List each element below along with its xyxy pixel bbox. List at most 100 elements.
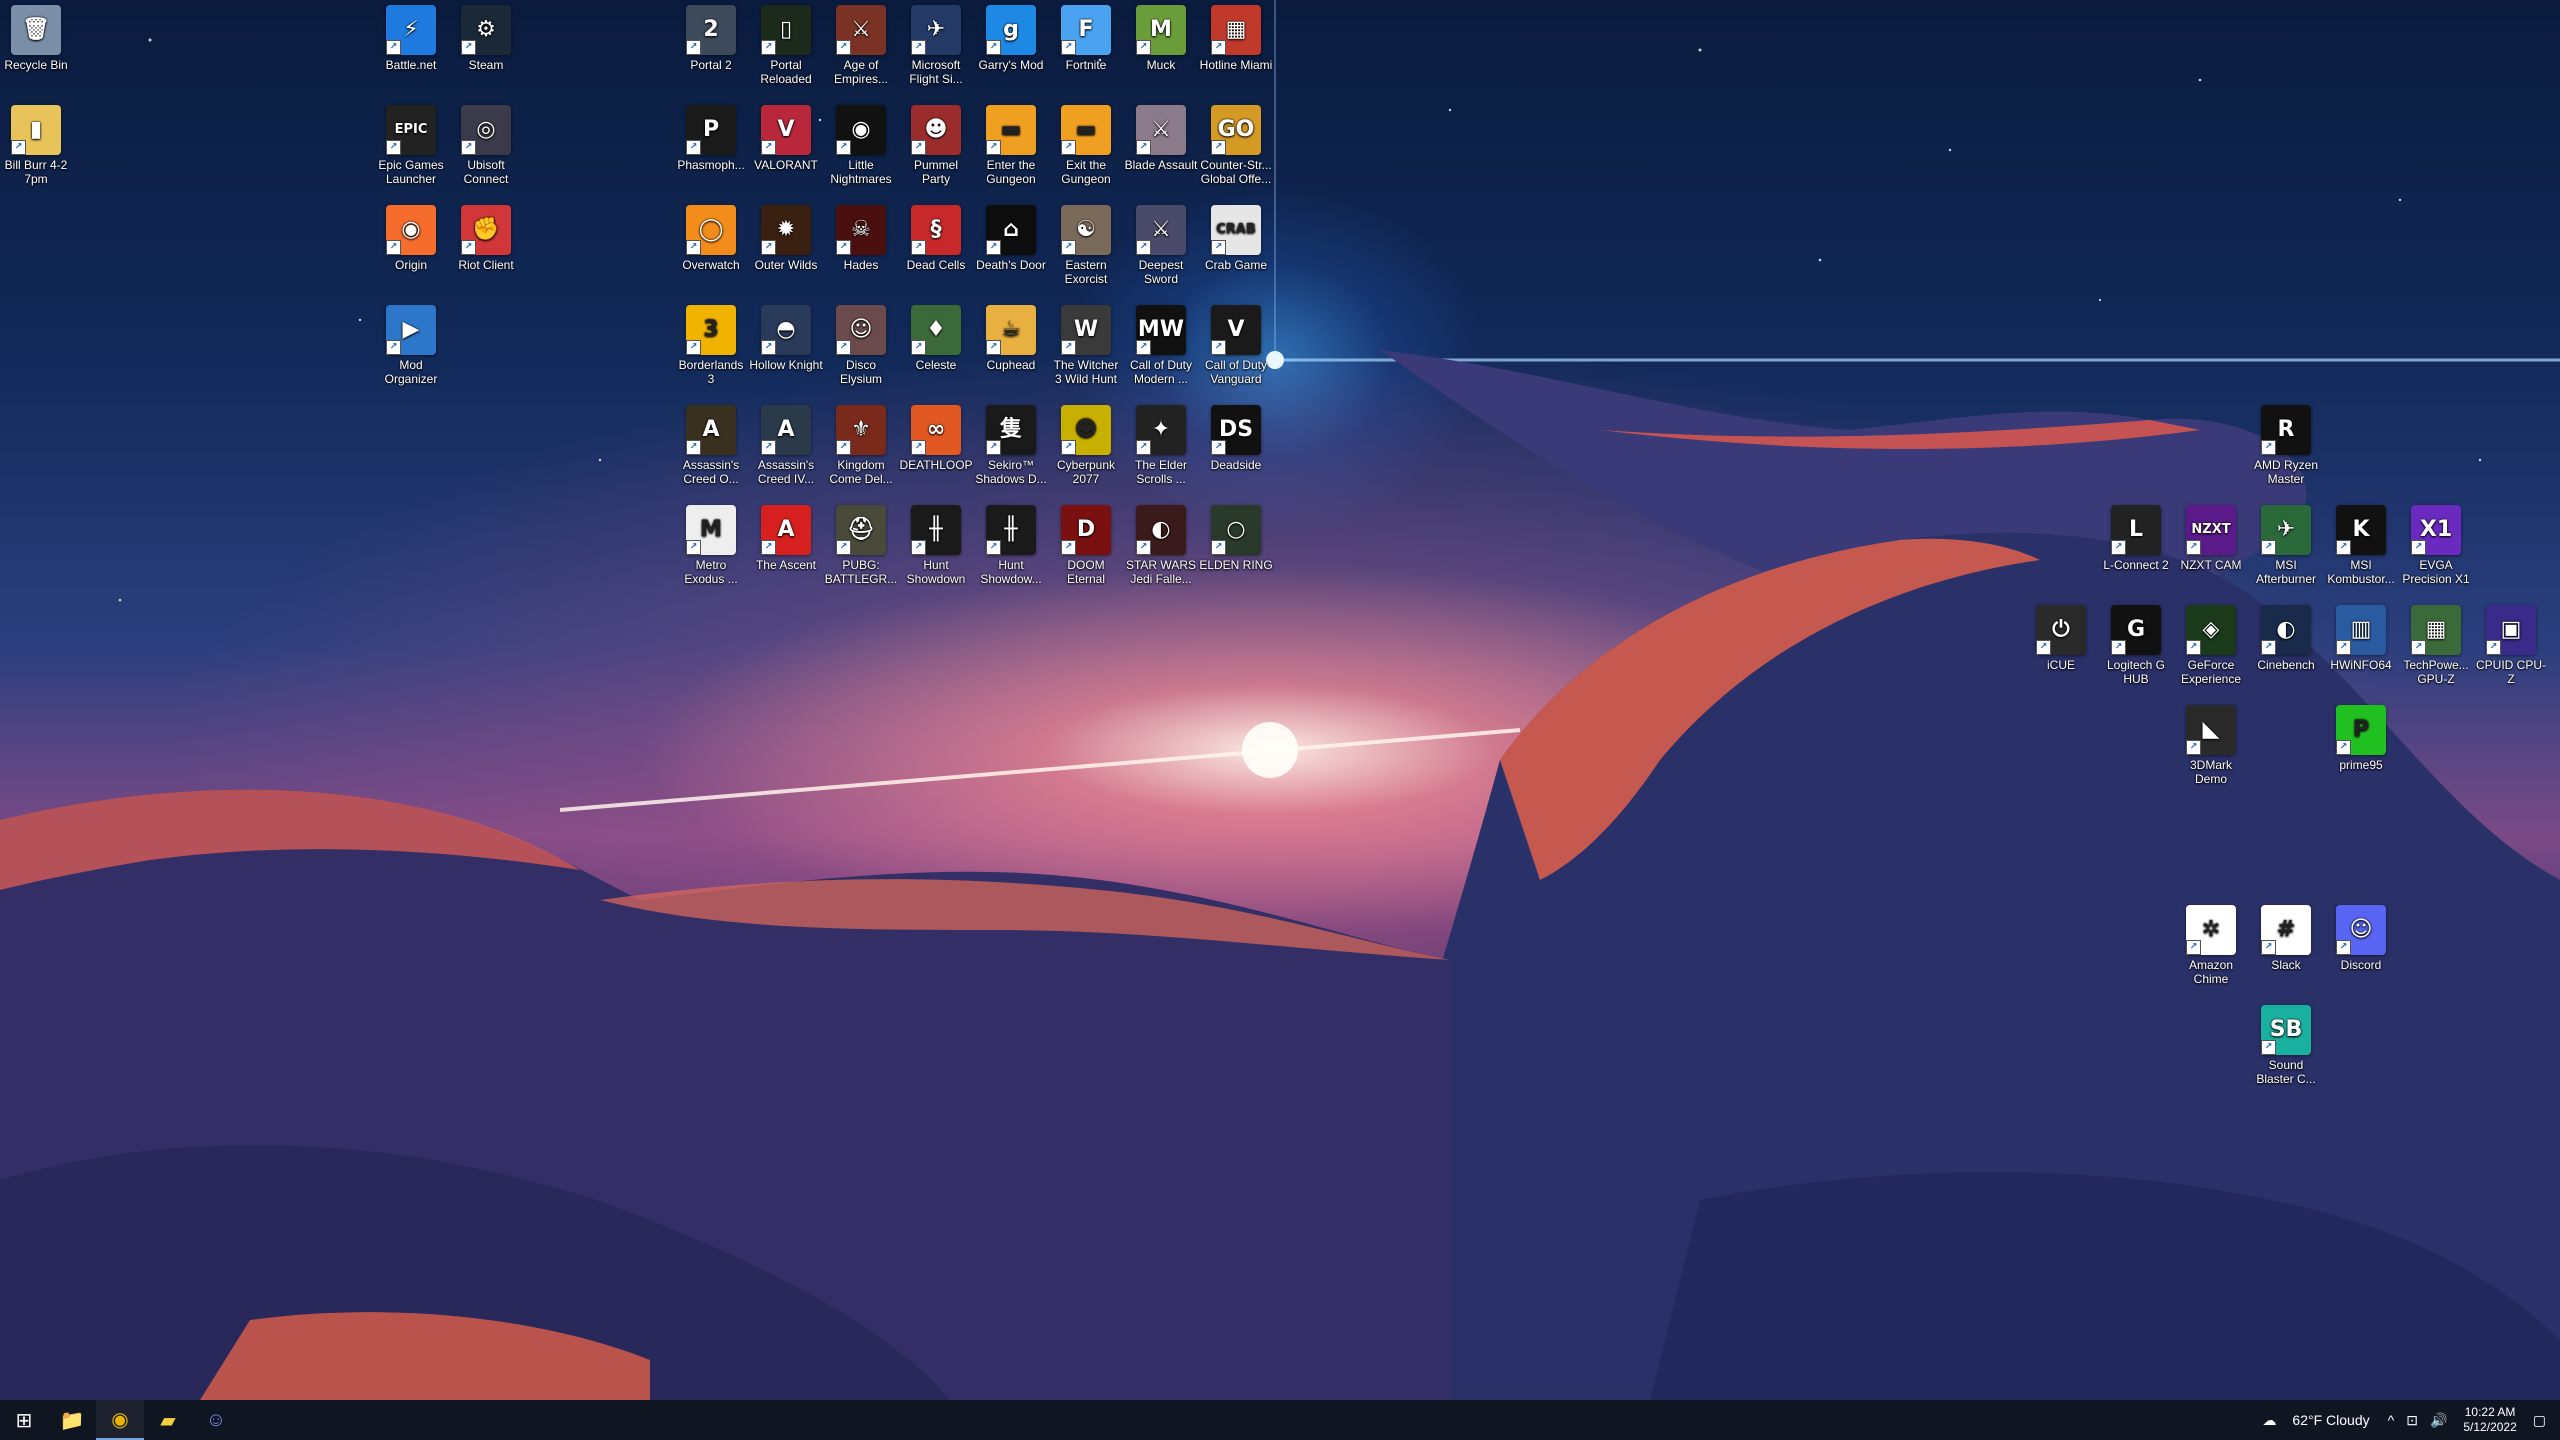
desktop-icon[interactable]: ◣ ↗ 3DMark Demo [2174,705,2248,786]
desktop-icon[interactable]: § ↗ Dead Cells [899,205,973,272]
desktop-icon[interactable]: ♦ ↗ Celeste [899,305,973,372]
desktop-icon[interactable]: A ↗ Assassin's Creed IV... [749,405,823,486]
desktop-icon[interactable]: ▬ ↗ Exit the Gungeon [1049,105,1123,186]
desktop-icon[interactable]: V ↗ Call of Duty Vanguard [1199,305,1273,386]
desktop-icon[interactable]: ◓ ↗ Hollow Knight [749,305,823,372]
desktop-icon[interactable]: ◉ ↗ Origin [374,205,448,272]
chevron-up-icon[interactable]: ^ [2388,1412,2395,1428]
desktop-icon[interactable]: ✹ ↗ Outer Wilds [749,205,823,272]
icon-label: Hades [843,258,879,272]
taskbar-file-explorer[interactable]: 📁 [48,1400,96,1440]
desktop-icon[interactable]: 🗑 Recycle Bin [0,5,73,72]
desktop-icon[interactable]: ⚔ ↗ Blade Assault [1124,105,1198,172]
desktop-icon[interactable]: A ↗ Assassin's Creed O... [674,405,748,486]
desktop-icon[interactable]: ☻ ↗ Cyberpunk 2077 [1049,405,1123,486]
shortcut-arrow-icon: ↗ [986,540,1001,555]
desktop-icon[interactable]: # ↗ Slack [2249,905,2323,972]
desktop-icon[interactable]: ☺ ↗ Disco Elysium [824,305,898,386]
desktop-icon[interactable]: ☺ ↗ Discord [2324,905,2398,972]
desktop-icon[interactable]: ⚜ ↗ Kingdom Come Del... [824,405,898,486]
desktop-icon[interactable]: M ↗ Muck [1124,5,1198,72]
start-button[interactable]: ⊞ [0,1400,48,1440]
desktop-icon[interactable]: ⛑ ↗ PUBG: BATTLEGR... [824,505,898,586]
desktop-icon[interactable]: 2 ↗ Portal 2 [674,5,748,72]
shortcut-arrow-icon: ↗ [2486,640,2501,655]
taskbar-sticky-notes[interactable]: ▰ [144,1400,192,1440]
desktop-icon[interactable]: ✈ ↗ MSI Afterburner [2249,505,2323,586]
desktop-icon[interactable]: M ↗ Metro Exodus ... [674,505,748,586]
desktop-icon[interactable]: ▮ ↗ Bill Burr 4-2 7pm [0,105,73,186]
network-icon[interactable]: ⊡ [2406,1412,2418,1429]
desktop-icon[interactable]: ✊ ↗ Riot Client [449,205,523,272]
desktop-icon[interactable]: ✲ ↗ Amazon Chime [2174,905,2248,986]
desktop-icon[interactable]: 3 ↗ Borderlands 3 [674,305,748,386]
desktop-icon[interactable]: V ↗ VALORANT [749,105,823,172]
desktop-icon[interactable]: ◐ ↗ Cinebench [2249,605,2323,672]
desktop-icon[interactable]: 隻 ↗ Sekiro™ Shadows D... [974,405,1048,486]
shortcut-arrow-icon: ↗ [2186,740,2201,755]
desktop-icon[interactable]: P ↗ Phasmoph... [674,105,748,172]
desktop-icon[interactable]: MW ↗ Call of Duty Modern ... [1124,305,1198,386]
desktop-icon[interactable]: ✦ ↗ The Elder Scrolls ... [1124,405,1198,486]
desktop-icon[interactable]: CRAB ↗ Crab Game [1199,205,1273,272]
shortcut-arrow-icon: ↗ [386,140,401,155]
desktop-icon[interactable]: ⚔ ↗ Deepest Sword [1124,205,1198,286]
desktop-icon[interactable]: ▥ ↗ HWiNFO64 [2324,605,2398,672]
desktop-icon[interactable]: ⌂ ↗ Death's Door [974,205,1048,272]
icon-label: Portal 2 [690,58,732,72]
desktop-icon[interactable]: ◉ ↗ Little Nightmares [824,105,898,186]
desktop-icon[interactable]: ⚔ ↗ Age of Empires... [824,5,898,86]
desktop-icon[interactable]: ◐ ↗ STAR WARS Jedi Falle... [1124,505,1198,586]
desktop-icon[interactable]: ☠ ↗ Hades [824,205,898,272]
desktop-icon[interactable]: ╫ ↗ Hunt Showdow... [974,505,1048,586]
desktop-icon[interactable]: A ↗ The Ascent [749,505,823,572]
desktop-icon[interactable]: D ↗ DOOM Eternal [1049,505,1123,586]
desktop-icon[interactable]: ▣ ↗ CPUID CPU-Z [2474,605,2548,686]
desktop-icon[interactable]: G ↗ Logitech G HUB [2099,605,2173,686]
desktop-icon[interactable]: SB ↗ Sound Blaster C... [2249,1005,2323,1086]
shortcut-arrow-icon: ↗ [386,340,401,355]
desktop-icon[interactable]: ◈ ↗ GeForce Experience [2174,605,2248,686]
desktop-icon[interactable]: W ↗ The Witcher 3 Wild Hunt [1049,305,1123,386]
weather-widget[interactable]: ☁ 62°F Cloudy [2257,1412,2376,1429]
desktop-icon[interactable]: GO ↗ Counter-Str... Global Offe... [1199,105,1273,186]
desktop-icon[interactable]: NZXT ↗ NZXT CAM [2174,505,2248,572]
notification-icon[interactable]: ▢ [2533,1412,2546,1429]
taskbar-chrome[interactable]: ◉ [96,1400,144,1440]
desktop-icon[interactable]: ○ ↗ ELDEN RING [1199,505,1273,572]
desktop-icon[interactable]: L ↗ L-Connect 2 [2099,505,2173,572]
shortcut-arrow-icon: ↗ [686,440,701,455]
desktop-icon[interactable]: ▶ ↗ Mod Organizer [374,305,448,386]
desktop-icon[interactable]: ⏻ ↗ iCUE [2024,605,2098,672]
app-icon: ✲ ↗ [2186,905,2236,955]
desktop-icon[interactable]: P ↗ prime95 [2324,705,2398,772]
weather-text: 62°F Cloudy [2292,1411,2370,1428]
taskbar-discord[interactable]: ☺ [192,1400,240,1440]
desktop-icon[interactable]: R ↗ AMD Ryzen Master [2249,405,2323,486]
desktop-icon[interactable]: ⚙ ↗ Steam [449,5,523,72]
volume-icon[interactable]: 🔊 [2430,1412,2447,1429]
desktop-icon[interactable]: ✈ ↗ Microsoft Flight Si... [899,5,973,86]
desktop-icon[interactable]: ☕ ↗ Cuphead [974,305,1048,372]
desktop-icon[interactable]: ◯ ↗ Overwatch [674,205,748,272]
desktop-icon[interactable]: ◎ ↗ Ubisoft Connect [449,105,523,186]
icon-label: Hotline Miami [1199,58,1273,72]
desktop-icon[interactable]: ▯ ↗ Portal Reloaded [749,5,823,86]
desktop-icon[interactable]: ▦ ↗ TechPowe... GPU-Z [2399,605,2473,686]
desktop-icon[interactable]: ⚡ ↗ Battle.net [374,5,448,72]
desktop-icon[interactable]: g ↗ Garry's Mod [974,5,1048,72]
desktop-icon[interactable]: ▬ ↗ Enter the Gungeon [974,105,1048,186]
desktop-icon[interactable]: ☻ ↗ Pummel Party [899,105,973,186]
desktop-icon[interactable]: F ↗ Fortnite [1049,5,1123,72]
desktop-icon[interactable]: ╫ ↗ Hunt Showdown [899,505,973,586]
icon-label: TechPowe... GPU-Z [2403,658,2469,686]
clock[interactable]: 10:22 AM 5/12/2022 [2463,1405,2516,1435]
desktop-icon[interactable]: DS ↗ Deadside [1199,405,1273,472]
icon-label: Microsoft Flight Si... [909,58,963,86]
desktop-icon[interactable]: ▦ ↗ Hotline Miami [1199,5,1273,72]
desktop-icon[interactable]: EPIC ↗ Epic Games Launcher [374,105,448,186]
desktop-icon[interactable]: X1 ↗ EVGA Precision X1 [2399,505,2473,586]
desktop-icon[interactable]: ∞ ↗ DEATHLOOP [899,405,973,472]
desktop-icon[interactable]: K ↗ MSI Kombustor... [2324,505,2398,586]
desktop-icon[interactable]: ☯ ↗ Eastern Exorcist [1049,205,1123,286]
